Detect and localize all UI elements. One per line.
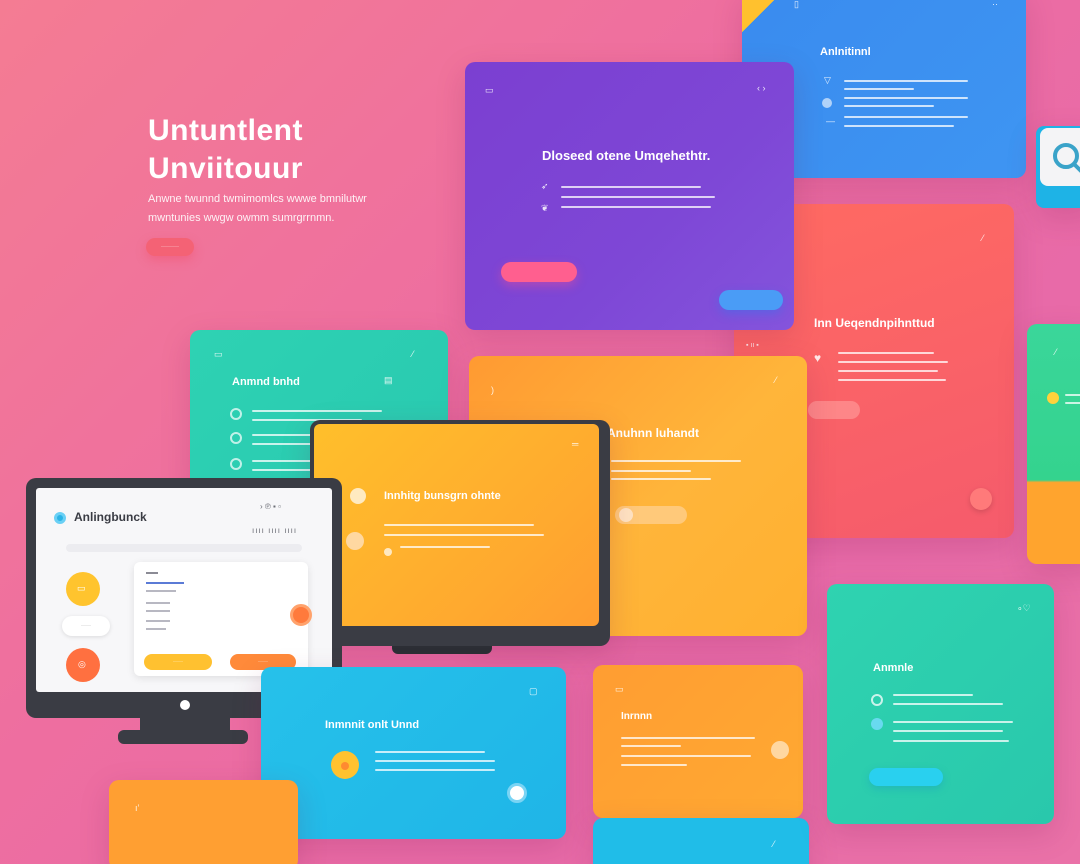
toggle-icon[interactable]: ∘♡ [1017,604,1031,613]
expand-icon[interactable]: ‹ › [757,84,766,93]
blue-bottom-card-title: Inmnnit onlt Unnd [325,719,420,731]
red-card-dot[interactable] [970,488,992,510]
blue-top-card-title: Anlnitinnl [820,46,871,58]
bookmark-icon: ▯ [794,0,799,9]
teal-left-card-title: Anmnd bnhd [232,376,300,388]
hero-subtitle-line1: Anwne twunnd twmimomlcs wwwe bmnilutwr [148,193,367,205]
dots-icon: ·· [992,0,998,9]
purple-card-title: Dloseed otene Umqehethtr. [542,148,711,163]
heart-icon: ♥ [814,351,822,365]
menu-icon[interactable]: ▭ [485,86,494,95]
circle-icon [822,98,832,108]
purple-card-primary-button[interactable] [501,262,577,282]
teal-right-card-button[interactable] [869,768,943,786]
monitor-panel: ····· ····· [134,562,308,676]
teal-right-card: ∘♡ Anmnle [827,584,1054,824]
webcam-icon [180,700,190,710]
monitor-app-title: Anlingbunck [74,510,147,524]
red-card-title: Inn Ueqendnpihnttud [814,316,935,330]
pin-icon: ➶ [541,181,549,191]
orange-bottom-card-title: Inrnnn [621,711,653,722]
purple-card: ▭ ‹ › Dloseed otene Umqehethtr. ➶ ❦ [465,62,794,330]
laptop: ═ Innhitg bunsgrn ohnte [310,420,610,654]
monitor-pill[interactable]: ····· [62,616,110,636]
blue-bottom-card: ▢ Inmnnit onlt Unnd [261,667,566,839]
teal-right-card-title: Anmnle [873,662,914,674]
logo-icon [54,512,66,524]
cyan-bottom-tile: ⁄ [593,818,809,864]
hero-subtitle: Anwne twunnd twmimomlcs wwwe bmnilutwr m… [148,190,398,228]
blue-bottom-card-toggle[interactable] [507,783,527,803]
monitor-float-button[interactable] [290,604,312,626]
hero-title-line2: Unviitouur [148,152,303,185]
purple-card-secondary-button[interactable] [719,290,783,310]
yellow-dot [1047,392,1059,404]
monitor-toolbar[interactable]: ıııı ıııı ıııı [252,526,297,535]
laptop-screen: ═ Innhitg bunsgrn ohnte [314,424,599,626]
hero-title: Untuntlent Unviitouur [148,112,303,188]
chat-small-icon: ▢ [529,686,538,696]
edit-icon[interactable]: ⁄ [412,350,414,359]
pencil-icon: ⁄ [982,233,984,243]
hero-subtitle-line2: mwntunies wwgw owmm sumrgrrnmn. [148,212,335,224]
bell-icon: ❦ [541,203,549,213]
window-icon: ▭ [214,349,223,359]
monitor-panel-yellow-button[interactable]: ····· [144,654,212,670]
orange-bottom-left-tile: ı’ [109,780,298,864]
hero-title-line1: Untuntlent [148,114,303,147]
hero-cta-button[interactable]: ········· [146,238,194,256]
dash-icon: — [826,116,835,126]
red-card-button[interactable] [808,401,860,419]
loop-icon: ) [491,385,494,395]
diamond-icon: ▽ [824,75,831,85]
search-tile[interactable] [1036,126,1080,208]
orange-bottom-card-dot[interactable] [771,741,789,759]
card-icon: ▤ [384,375,393,385]
orange-mid-card-title: Anuhnn luhandt [607,426,699,440]
monitor-screen: Anlingbunck ıııı ıııı ıııı › ℗ ▪ ▫ ▭ ···… [36,488,332,710]
green-edge-tile: ⁄ [1027,324,1080,564]
laptop-card-title: Innhitg bunsgrn ohnte [384,490,501,502]
search-icon[interactable] [1050,140,1080,176]
orange-bottom-card: ▭ Inrnnn [593,665,803,818]
